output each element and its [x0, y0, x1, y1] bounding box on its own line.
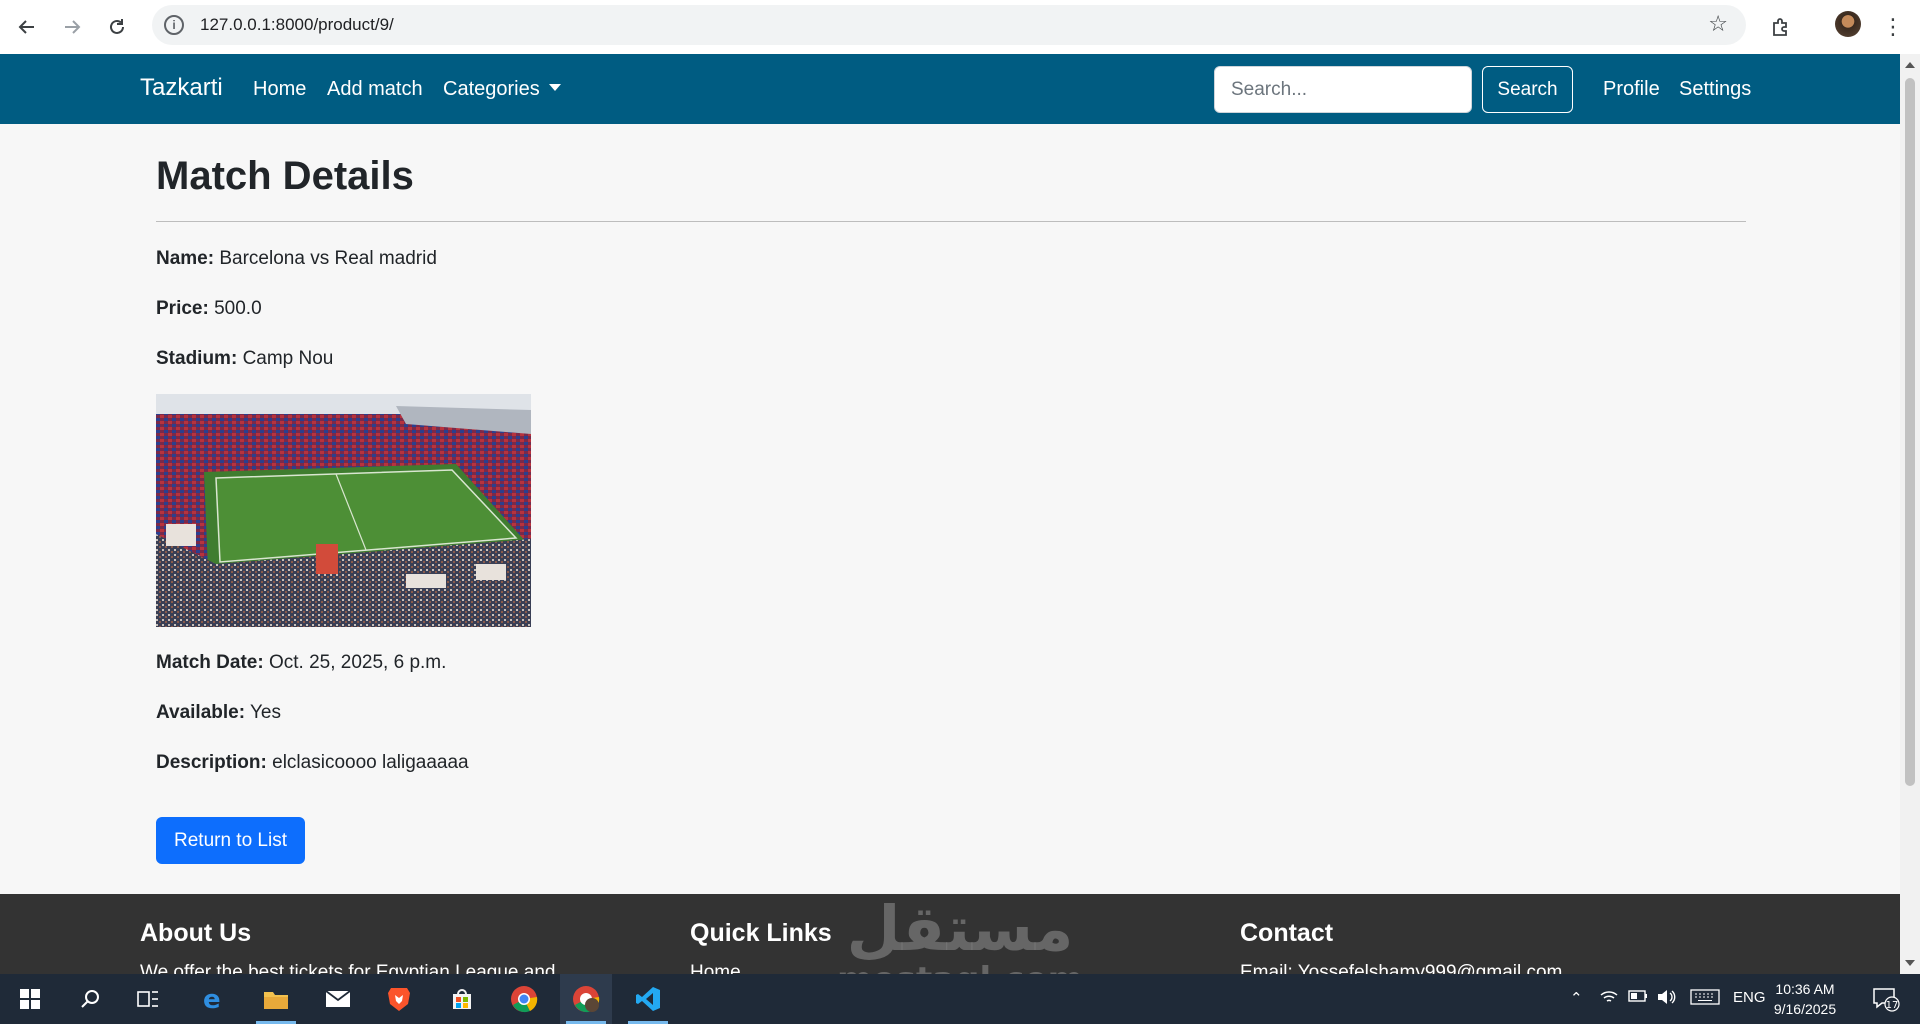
field-value: Barcelona vs Real madrid — [219, 248, 437, 269]
task-view-icon[interactable] — [122, 974, 174, 1024]
footer-links-title: Quick Links — [690, 919, 832, 947]
footer-about-title: About Us — [140, 919, 252, 947]
nav-settings[interactable]: Settings — [1679, 78, 1751, 101]
network-icon[interactable] — [1600, 989, 1618, 1009]
brave-browser-icon[interactable] — [373, 974, 425, 1024]
taskbar-clock[interactable]: 10:36 AM 9/16/2025 — [1770, 979, 1840, 1019]
field-available: Available: Yes — [156, 702, 281, 724]
field-value: Oct. 25, 2025, 6 p.m. — [268, 652, 447, 673]
page-scrollbar[interactable] — [1900, 54, 1920, 974]
field-name: Name: Barcelona vs Real madrid — [156, 248, 437, 270]
field-label: Name: — [156, 248, 215, 269]
chrome-profile-icon[interactable] — [560, 974, 612, 1024]
clock-time: 10:36 AM — [1775, 981, 1835, 997]
return-to-list-button[interactable]: Return to List — [156, 817, 305, 864]
url-text: 127.0.0.1:8000/product/9/ — [200, 15, 394, 34]
back-icon[interactable] — [10, 10, 44, 44]
footer-link-home[interactable]: Home — [690, 962, 741, 974]
site-info-icon[interactable]: i — [164, 15, 184, 35]
bookmark-star-icon[interactable]: ☆ — [1708, 11, 1728, 37]
vscode-icon[interactable] — [622, 974, 674, 1024]
mail-icon[interactable] — [312, 974, 364, 1024]
tray-overflow-chevron-icon[interactable]: ⌃ — [1570, 989, 1583, 1007]
reload-icon[interactable] — [100, 10, 134, 44]
field-label: Match Date: — [156, 652, 264, 673]
microsoft-store-icon[interactable] — [436, 974, 488, 1024]
nav-categories-label: Categories — [443, 78, 540, 100]
footer-about-text: We offer the best tickets for Egyptian L… — [140, 962, 556, 974]
scroll-down-arrow-icon[interactable] — [1905, 960, 1915, 966]
search-button[interactable]: Search — [1482, 66, 1573, 113]
nav-profile[interactable]: Profile — [1603, 78, 1660, 101]
field-value: elclasicoooo laligaaaaa — [272, 752, 469, 773]
windows-start-icon[interactable] — [4, 974, 56, 1024]
field-value: Camp Nou — [242, 348, 334, 369]
nav-categories[interactable]: Categories — [443, 78, 561, 101]
nav-home[interactable]: Home — [253, 78, 306, 101]
profile-avatar[interactable] — [1835, 11, 1861, 37]
extensions-icon[interactable] — [1766, 10, 1796, 44]
field-description: Description: elclasicoooo laligaaaaa — [156, 752, 469, 774]
footer-contact-email: Email: Yossefelshamy999@gmail.com — [1240, 962, 1563, 974]
chrome-icon[interactable] — [498, 974, 550, 1024]
clock-date: 9/16/2025 — [1773, 1001, 1837, 1017]
edge-icon[interactable]: e — [187, 974, 239, 1024]
search-input[interactable] — [1214, 66, 1472, 113]
file-explorer-icon[interactable] — [250, 974, 302, 1024]
nav-add-match[interactable]: Add match — [327, 78, 423, 101]
page-title: Match Details — [156, 154, 414, 198]
search-icon[interactable] — [64, 974, 116, 1024]
brand-link[interactable]: Tazkarti — [140, 74, 223, 102]
stadium-image — [156, 394, 531, 627]
footer-contact-title: Contact — [1240, 919, 1334, 947]
forward-icon[interactable] — [55, 10, 89, 44]
windows-taskbar: e ⌃ ENG 10:36 AM 9/16/2025 17 — [0, 974, 1920, 1024]
notification-center-icon[interactable]: 17 — [1860, 974, 1912, 1024]
scroll-thumb[interactable] — [1905, 78, 1915, 786]
field-value: 500.0 — [214, 298, 262, 319]
language-indicator[interactable]: ENG — [1733, 989, 1766, 1006]
field-stadium: Stadium: Camp Nou — [156, 348, 333, 370]
keyboard-icon[interactable] — [1690, 989, 1720, 1009]
field-value: Yes — [250, 702, 281, 723]
scroll-up-arrow-icon[interactable] — [1905, 62, 1915, 68]
field-label: Price: — [156, 298, 209, 319]
caret-down-icon — [548, 84, 561, 91]
kebab-menu-icon[interactable]: ⋮ — [1878, 10, 1908, 44]
field-label: Available: — [156, 702, 246, 723]
field-label: Stadium: — [156, 348, 238, 369]
site-navbar: Tazkarti Home Add match Categories Searc… — [0, 54, 1900, 124]
field-match-date: Match Date: Oct. 25, 2025, 6 p.m. — [156, 652, 446, 674]
field-price: Price: 500.0 — [156, 298, 262, 320]
notification-count: 17 — [1886, 1000, 1899, 1011]
title-divider — [156, 221, 1746, 222]
svg-text:e: e — [203, 986, 221, 1012]
volume-icon[interactable] — [1657, 989, 1677, 1009]
address-bar[interactable]: i 127.0.0.1:8000/product/9/ ☆ — [152, 5, 1746, 45]
battery-icon[interactable] — [1628, 989, 1648, 1007]
browser-toolbar: i 127.0.0.1:8000/product/9/ ☆ ⋮ — [0, 0, 1920, 54]
field-label: Description: — [156, 752, 267, 773]
watermark-arabic: مستقل — [846, 892, 1074, 965]
